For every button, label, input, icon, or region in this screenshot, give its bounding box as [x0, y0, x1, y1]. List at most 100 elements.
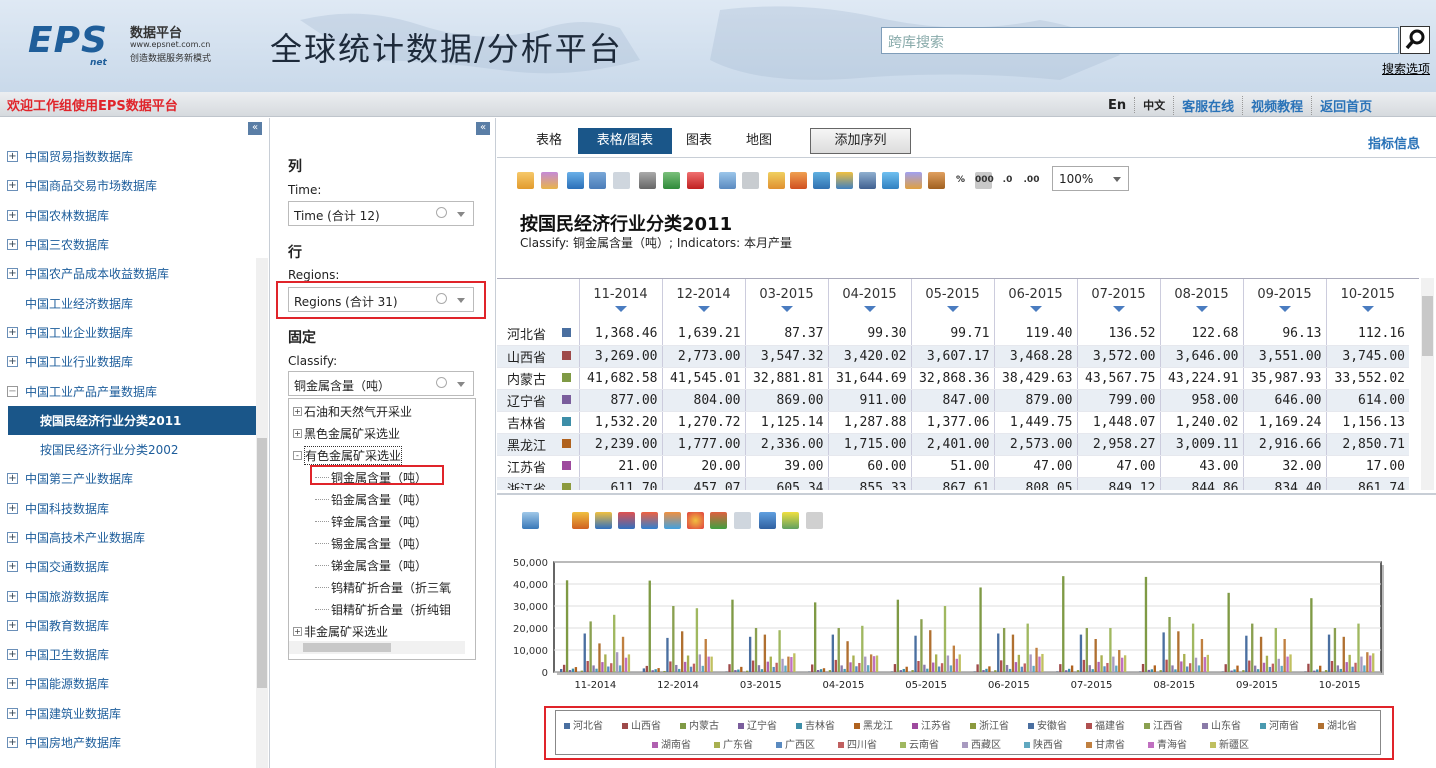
hbar-chart-icon[interactable] — [595, 512, 612, 529]
table-cell[interactable]: 879.00 — [993, 389, 1077, 412]
search-input[interactable]: 跨库搜索 — [881, 27, 1399, 54]
table-cell[interactable]: 611.70 — [578, 477, 662, 490]
excel-icon[interactable] — [663, 172, 680, 189]
table-cell[interactable]: 1,169.24 — [1242, 411, 1326, 434]
expand-icon[interactable]: + — [7, 326, 18, 338]
export-chart-icon[interactable] — [522, 512, 539, 529]
redo-icon[interactable] — [613, 172, 630, 189]
layout-icon[interactable] — [719, 172, 736, 189]
tree-hscrollbar[interactable] — [289, 641, 465, 654]
table-cell[interactable]: 799.00 — [1076, 389, 1160, 412]
expand-icon[interactable]: + — [7, 590, 18, 602]
column-header[interactable]: 11-2014 — [578, 279, 662, 323]
sort-arrow-icon[interactable] — [697, 306, 710, 312]
table-cell[interactable]: 3,009.11 — [1159, 433, 1243, 456]
row-label[interactable]: 江苏省 — [497, 455, 555, 478]
table-cell[interactable]: 855.33 — [827, 477, 911, 490]
table-cell[interactable]: 646.00 — [1242, 389, 1326, 412]
collapse-sidebar-button[interactable]: « — [248, 122, 262, 135]
sidebar-scrollbar[interactable] — [256, 258, 268, 768]
row-swatch[interactable] — [555, 323, 579, 346]
row-swatch[interactable] — [555, 367, 579, 390]
decimal-places-icon[interactable]: .00 — [1023, 172, 1040, 189]
table-cell[interactable]: 808.05 — [993, 477, 1077, 490]
table-cell[interactable]: 2,336.00 — [744, 433, 828, 456]
table-cell[interactable]: 32.00 — [1242, 455, 1326, 478]
table-cell[interactable]: 47.00 — [1076, 455, 1160, 478]
expand-icon[interactable]: + — [293, 626, 302, 636]
table-cell[interactable]: 3,572.00 — [1076, 345, 1160, 368]
expand-icon[interactable]: + — [7, 209, 18, 221]
sidebar-item[interactable]: + 中国工业行业数据库 — [0, 347, 256, 376]
expand-icon[interactable]: + — [7, 707, 18, 719]
table-cell[interactable]: 3,269.00 — [578, 345, 662, 368]
search-options-link[interactable]: 搜索选项 — [1382, 60, 1430, 77]
sort-arrow-icon[interactable] — [946, 306, 959, 312]
radar-chart-icon[interactable] — [710, 512, 727, 529]
table-cell[interactable]: 804.00 — [661, 389, 745, 412]
row-swatch[interactable] — [555, 433, 579, 456]
indicator-info-link[interactable]: 指标信息 — [1368, 133, 1420, 152]
eps-logo[interactable]: EPS net 数据平台 www.epsnet.com.cn 创造数据服务新模式 — [28, 18, 228, 68]
column-header[interactable]: 08-2015 — [1159, 279, 1243, 323]
column-header[interactable]: 05-2015 — [910, 279, 994, 323]
sidebar-item[interactable]: − 中国工业产品产量数据库 — [0, 376, 256, 405]
table-cell[interactable]: 41,682.58 — [578, 367, 662, 390]
table-cell[interactable]: 849.12 — [1076, 477, 1160, 490]
search-button[interactable] — [1400, 26, 1430, 54]
tree-node[interactable]: 锌金属含量（吨） — [315, 511, 427, 531]
table-cell[interactable]: 33,552.02 — [1325, 367, 1409, 390]
table-cell[interactable]: 1,777.00 — [661, 433, 745, 456]
table-cell[interactable]: 911.00 — [827, 389, 911, 412]
chart-data-icon[interactable] — [905, 172, 922, 189]
calc-icon[interactable] — [836, 172, 853, 189]
bar-chart-icon[interactable] — [572, 512, 589, 529]
scatter-icon[interactable] — [759, 512, 776, 529]
sidebar-item[interactable]: + 中国能源数据库 — [0, 669, 256, 698]
table-cell[interactable]: 1,287.88 — [827, 411, 911, 434]
expand-icon[interactable]: + — [7, 678, 18, 690]
tree-node[interactable]: 锑金属含量（吨） — [315, 555, 427, 575]
expand-icon[interactable]: + — [293, 406, 302, 416]
expand-icon[interactable]: + — [7, 239, 18, 251]
table-cell[interactable]: 1,715.00 — [827, 433, 911, 456]
column-header[interactable]: 09-2015 — [1242, 279, 1326, 323]
time-select[interactable]: Time (合计 12) — [288, 201, 474, 226]
table-cell[interactable]: 1,270.72 — [661, 411, 745, 434]
table-cell[interactable]: 60.00 — [827, 455, 911, 478]
tree-node[interactable]: 铅金属含量（吨） — [315, 489, 427, 509]
sidebar-item[interactable]: + 中国科技数据库 — [0, 494, 256, 523]
expand-icon[interactable]: + — [7, 356, 18, 368]
scroll-thumb[interactable] — [303, 643, 391, 652]
table-cell[interactable]: 136.52 — [1076, 323, 1160, 346]
table-cell[interactable]: 3,745.00 — [1325, 345, 1409, 368]
table-cell[interactable]: 861.74 — [1325, 477, 1409, 490]
sidebar-item[interactable]: + 中国建筑业数据库 — [0, 699, 256, 728]
sidebar-item[interactable]: + 中国商品交易市场数据库 — [0, 171, 256, 200]
row-label[interactable]: 内蒙古 — [497, 367, 555, 390]
decimal-icon[interactable]: .0 — [999, 172, 1016, 189]
table-cell[interactable]: 99.71 — [910, 323, 994, 346]
percent-icon[interactable]: % — [952, 172, 969, 189]
expand-icon[interactable]: + — [7, 649, 18, 661]
table-cell[interactable]: 21.00 — [578, 455, 662, 478]
table-cell[interactable]: 51.00 — [910, 455, 994, 478]
table-cell[interactable]: 38,429.63 — [993, 367, 1077, 390]
table-cell[interactable]: 2,573.00 — [993, 433, 1077, 456]
table-cell[interactable]: 43,567.75 — [1076, 367, 1160, 390]
table-cell[interactable]: 877.00 — [578, 389, 662, 412]
table-cell[interactable]: 41,545.01 — [661, 367, 745, 390]
table-cell[interactable]: 32,881.81 — [744, 367, 828, 390]
sidebar-item[interactable]: + 中国交通数据库 — [0, 552, 256, 581]
table-cell[interactable]: 614.00 — [1325, 389, 1409, 412]
sidebar-item[interactable]: + 中国农产品成本收益数据库 — [0, 259, 256, 288]
sort-arrow-icon[interactable] — [1278, 306, 1291, 312]
row-label[interactable]: 河北省 — [497, 323, 555, 346]
table-cell[interactable]: 605.34 — [744, 477, 828, 490]
collapse-icon[interactable]: − — [7, 385, 18, 397]
zoom-select[interactable]: 100% — [1052, 166, 1129, 191]
refresh-icon[interactable] — [567, 172, 584, 189]
table-cell[interactable]: 3,551.00 — [1242, 345, 1326, 368]
splitter[interactable] — [497, 493, 1436, 495]
sidebar-item[interactable]: + 中国旅游数据库 — [0, 581, 256, 610]
